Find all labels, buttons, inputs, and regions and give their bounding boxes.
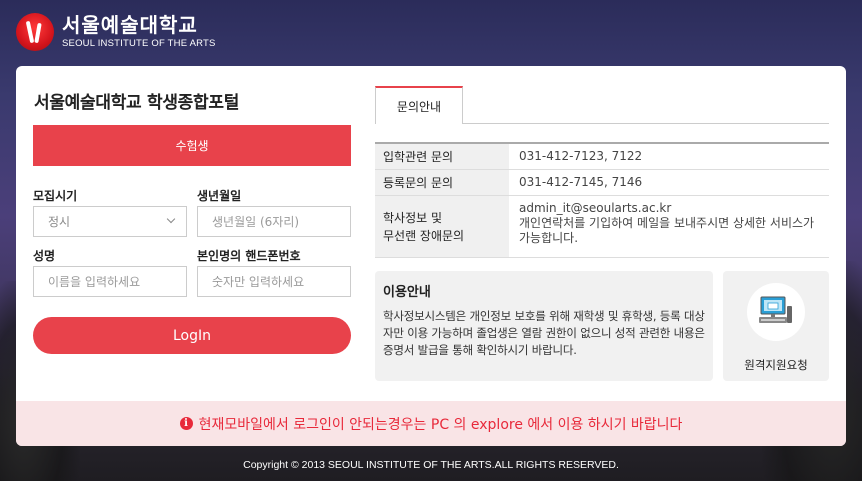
name-input[interactable] [48,267,186,296]
logo-emblem-icon [16,13,54,51]
mobile-notice-text: 현재모바일에서 로그인이 안되는경우는 PC 의 explore 에서 이용 하… [198,416,683,433]
phone-field[interactable] [197,266,351,297]
birth-date-label: 생년월일 [197,189,242,203]
inquiry-table: 입학관련 문의 031-412-7123, 7122 등록문의 문의 031-4… [375,142,829,258]
table-row: 학사정보 및 무선랜 장애문의 admin_it@seoularts.ac.kr… [375,196,829,258]
inquiry-head: 등록문의 문의 [375,170,509,195]
phone-label: 본인명의 핸드폰번호 [197,249,301,263]
inquiry-head: 입학관련 문의 [375,144,509,169]
mobile-notice-bar: i 현재모바일에서 로그인이 안되는경우는 PC 의 explore 에서 이용… [16,401,846,446]
copyright-text: Copyright © 2013 SEOUL INSTITUTE OF THE … [243,459,619,471]
inquiry-email[interactable]: admin_it@seoularts.ac.kr [519,201,819,216]
chevron-down-icon [166,214,176,224]
computer-support-icon [747,283,805,341]
school-logo[interactable]: 서울예술대학교 SEOUL INSTITUTE OF THE ARTS [16,10,226,54]
inquiry-value: 031-412-7145, 7146 [519,175,643,189]
tab-applicant[interactable]: 수험생 [33,125,351,166]
login-button[interactable]: LogIn [33,317,351,354]
usage-guide-text: 학사정보시스템은 개인정보 보호를 위해 재학생 및 휴학생, 등록 대상자만 … [383,309,705,357]
tab-inquiry[interactable]: 문의안내 [375,86,463,124]
logo-name-korean: 서울예술대학교 [62,13,198,38]
name-label: 성명 [33,249,56,263]
table-row: 입학관련 문의 031-412-7123, 7122 [375,144,829,170]
inquiry-value: 031-412-7123, 7122 [519,149,643,163]
inquiry-value: admin_it@seoularts.ac.kr 개인연락처를 기입하여 메일을… [509,196,829,257]
remote-support-button[interactable]: 원격지원요청 [723,271,829,381]
recruit-period-select[interactable]: 정시 [33,206,187,237]
phone-input[interactable] [212,267,350,296]
remote-support-label: 원격지원요청 [744,358,808,372]
table-row: 등록문의 문의 031-412-7145, 7146 [375,170,829,196]
inquiry-note: 개인연락처를 기입하여 메일을 보내주시면 상세한 서비스가 가능합니다. [519,216,815,245]
recruit-period-label: 모집시기 [33,189,78,203]
birth-date-field[interactable] [197,206,351,237]
inquiry-head: 학사정보 및 무선랜 장애문의 [375,196,509,257]
usage-guide-title: 이용안내 [383,285,431,300]
usage-guide-box: 이용안내 학사정보시스템은 개인정보 보호를 위해 재학생 및 휴학생, 등록 … [375,271,713,381]
logo-name-english: SEOUL INSTITUTE OF THE ARTS [62,38,216,50]
birth-date-input[interactable] [212,207,350,236]
tab-divider [463,123,829,124]
info-icon: i [179,417,193,430]
recruit-period-value: 정시 [48,215,71,229]
name-field[interactable] [33,266,187,297]
main-panel: 서울예술대학교 학생종합포털 수험생 모집시기 정시 생년월일 성명 본인명의 … [16,66,846,446]
logo-text: 서울예술대학교 SEOUL INSTITUTE OF THE ARTS [62,15,216,49]
portal-title: 서울예술대학교 학생종합포털 [34,93,240,113]
